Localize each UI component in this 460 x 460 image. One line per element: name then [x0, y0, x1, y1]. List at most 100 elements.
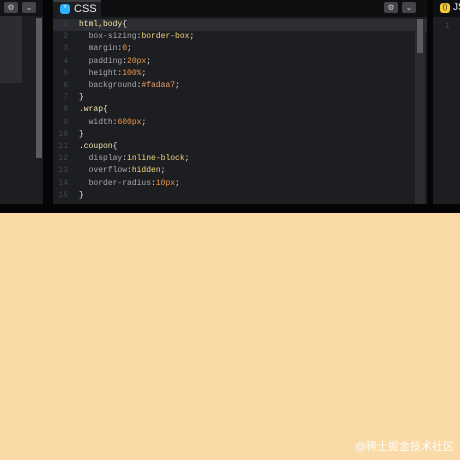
code-line[interactable]: 9 width:600px;	[53, 117, 427, 129]
editor-resize-bar[interactable]	[0, 204, 460, 213]
line-number: 15	[58, 190, 68, 200]
code-token: }	[79, 129, 84, 139]
line-number: 13	[58, 166, 68, 176]
line-number: 7	[63, 93, 68, 103]
code-token: 100%	[122, 68, 142, 78]
code-text: }	[79, 92, 84, 104]
code-token: ;	[160, 166, 166, 176]
code-token: html,body	[79, 20, 123, 29]
html-code-area[interactable]	[0, 16, 22, 83]
css-code-area[interactable]: 15} 14 border-radius:10px; 13 overflow:hid…	[53, 19, 427, 204]
line-number: 1	[63, 20, 68, 29]
code-token: width	[88, 117, 113, 127]
css-scrollbar-thumb[interactable]	[417, 19, 423, 53]
html-pane-header: ⚙ ⌄	[0, 0, 43, 16]
code-token: hidden	[131, 166, 161, 176]
code-token: ;	[175, 81, 180, 90]
line-number: 4	[63, 56, 68, 66]
code-token: ;	[141, 117, 147, 127]
code-line[interactable]: 8 .wrap{	[53, 104, 427, 116]
code-token: {	[112, 142, 118, 151]
code-text: }	[79, 190, 84, 202]
code-text: .wrap{	[79, 104, 108, 116]
line-number: 11	[58, 142, 68, 151]
tab-js[interactable]: JS	[453, 1, 460, 15]
line-number: 5	[63, 68, 68, 78]
js-line-number: 1	[445, 22, 450, 31]
code-token: border-radius	[88, 178, 152, 188]
code-text: display:inline-block;	[79, 153, 190, 165]
code-token: }	[79, 190, 84, 200]
code-text: margin:0;	[79, 43, 132, 55]
line-number: 9	[63, 117, 68, 127]
html-scrollbar[interactable]	[36, 18, 42, 158]
code-token: {	[103, 105, 108, 115]
code-token: ;	[141, 68, 147, 78]
code-token: ;	[175, 178, 180, 188]
code-token: 600px	[117, 117, 142, 127]
html-editor-pane[interactable]: ⚙ ⌄	[0, 0, 43, 204]
code-token: ;	[184, 154, 190, 164]
js-pane-header: () JS	[433, 0, 460, 17]
code-token: inline-block	[127, 154, 185, 164]
code-line[interactable]: 6 background:#fadaa7;	[53, 80, 427, 92]
js-editor-pane[interactable]: () JS 1	[433, 0, 460, 204]
code-token: ;	[146, 56, 152, 66]
code-token: padding	[88, 56, 123, 66]
code-line[interactable]: 10}	[53, 129, 427, 141]
line-number: 10	[58, 129, 68, 139]
code-line[interactable]: 2 box-sizing:border-box;	[53, 31, 427, 43]
line-number: 12	[58, 154, 68, 164]
code-text: }	[79, 129, 84, 141]
code-token: .coupon	[79, 142, 113, 151]
code-token: display	[88, 154, 123, 164]
line-number: 3	[63, 44, 68, 54]
code-line[interactable]: 5 height:100%;	[53, 68, 427, 80]
code-token: box-sizing	[88, 32, 137, 42]
line-number: 6	[63, 81, 68, 90]
line-number: 2	[63, 32, 68, 42]
code-text: width:600px;	[79, 117, 147, 129]
code-token: ;	[127, 44, 132, 54]
code-token: }	[79, 93, 84, 103]
watermark: @稀土掘金技术社区	[354, 441, 454, 453]
css-pane-header: * CSS ⚙ ⌄	[53, 0, 427, 17]
code-text: border-radius:10px;	[79, 178, 180, 190]
chevron-down-icon[interactable]: ⌄	[402, 2, 416, 13]
code-line[interactable]: 4 padding:20px;	[53, 56, 427, 68]
css-badge-icon: *	[60, 4, 70, 14]
code-line[interactable]: 14 border-radius:10px;	[53, 178, 427, 190]
js-badge-icon: ()	[440, 3, 450, 13]
tab-css[interactable]: * CSS	[53, 0, 101, 17]
code-text: overflow:hidden;	[79, 165, 166, 177]
code-text: html,body{	[79, 19, 127, 31]
code-token: background	[88, 81, 137, 90]
code-line[interactable]: 1 html,body{	[53, 19, 427, 32]
code-line[interactable]: 12 display:inline-block;	[53, 153, 427, 165]
code-token: 10px	[155, 178, 176, 188]
code-line[interactable]: 15}	[53, 190, 427, 202]
css-editor-pane[interactable]: * CSS ⚙ ⌄ 15} 14 border-radius:10px; 13 ov…	[53, 0, 427, 204]
code-token: ;	[189, 32, 195, 42]
code-text: padding:20px;	[79, 56, 151, 68]
gear-icon[interactable]: ⚙	[4, 2, 18, 13]
code-line[interactable]: 13 overflow:hidden;	[53, 165, 427, 177]
code-line[interactable]: 7}	[53, 92, 427, 104]
code-line[interactable]: 3 margin:0;	[53, 43, 427, 55]
chevron-down-icon[interactable]: ⌄	[22, 2, 36, 13]
gear-icon[interactable]: ⚙	[384, 2, 398, 13]
code-text: background:#fadaa7;	[79, 80, 180, 92]
code-text: .coupon{	[79, 141, 117, 153]
code-text: height:100%;	[79, 68, 147, 80]
code-line[interactable]: 11 .coupon{	[53, 141, 427, 153]
code-token: .wrap	[79, 105, 104, 115]
